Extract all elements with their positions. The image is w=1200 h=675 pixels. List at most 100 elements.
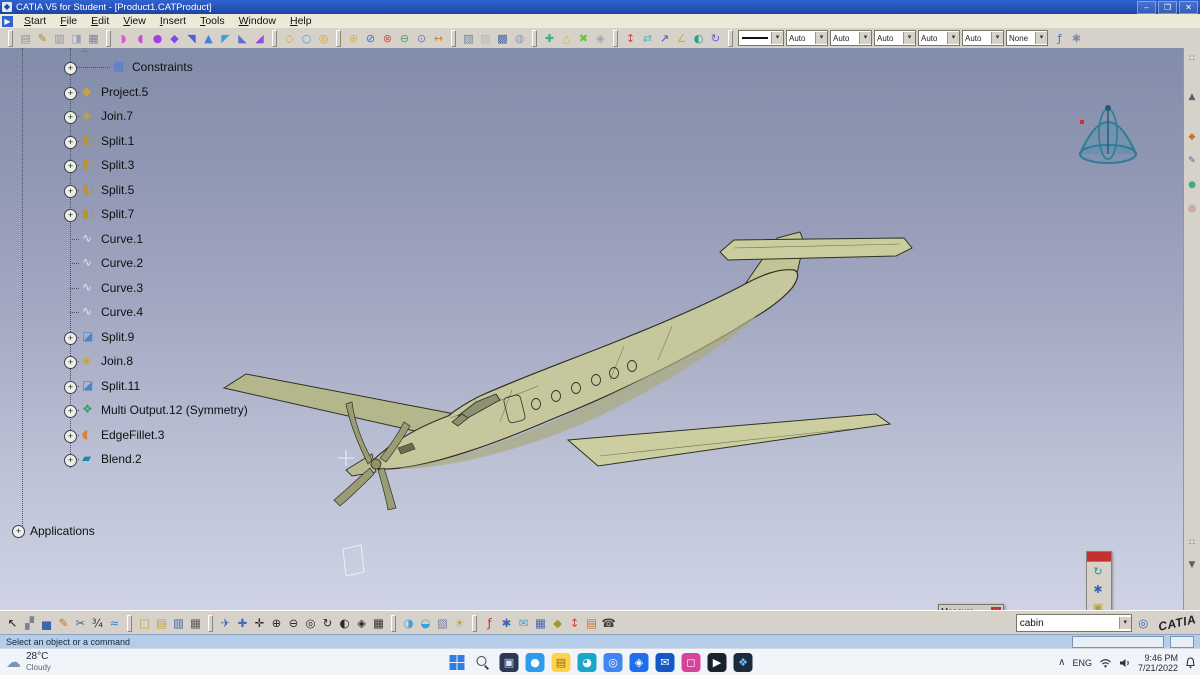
menu-insert[interactable]: Insert [153,14,193,28]
cut-icon[interactable]: ✂ [72,615,89,632]
toolbar-grip[interactable] [208,614,213,632]
dots-icon[interactable]: ∷ [1185,536,1199,550]
media-player-icon[interactable]: ▶ [707,653,727,672]
tree-expander-icon[interactable]: + [64,429,77,443]
tree-expander-icon[interactable]: + [64,86,77,100]
notification-bell-icon[interactable] [1185,656,1196,669]
tree-item[interactable]: + ◆ Project.5 [0,80,300,105]
tree-item[interactable]: + ◪ Split.11 [0,374,300,399]
fx-icon[interactable]: ƒ [481,615,498,632]
draft-analysis-icon[interactable]: ◍ [511,30,528,47]
multi-view-icon[interactable]: ▦ [370,615,387,632]
render-style-icon[interactable]: ▧ [434,615,451,632]
tree-expander-icon[interactable]: + [64,454,77,467]
tree-item[interactable]: ∿ Curve.1 [0,227,300,252]
menu-window[interactable]: Window [232,14,283,28]
connect-checker-icon[interactable]: ▩ [494,30,511,47]
outlook-icon[interactable]: ✉ [655,653,675,672]
catalog-icon[interactable]: ◆ [1185,130,1199,144]
spline-icon[interactable]: ≈ [106,615,123,632]
ratio-icon[interactable]: ¾ [89,615,106,632]
toolbar-grip[interactable] [728,29,733,47]
tree-expander-icon[interactable]: + [64,331,77,345]
layers-icon[interactable]: ▦ [85,30,102,47]
edge-icon[interactable]: ◕ [577,653,597,672]
toolbar-grip[interactable] [272,29,277,47]
close-icon[interactable]: × [991,606,1001,610]
line-type-combo[interactable]: ▾ [738,30,784,46]
options-icon[interactable]: ✱ [1068,30,1085,47]
tree-item[interactable]: + ▰ Blend.2 [0,447,300,472]
analysis-workbench-icon[interactable]: ◎ [1185,202,1199,216]
tree-item[interactable]: + ▦ Constraints [0,55,300,80]
wifi-icon[interactable] [1099,658,1112,668]
tray-chevron-icon[interactable]: ∧ [1058,657,1065,668]
extract-icon[interactable]: ◢ [251,30,268,47]
search-button[interactable] [474,653,493,672]
graph-icon[interactable]: ▅ [38,615,55,632]
offset-surface-icon[interactable]: ◆ [166,30,183,47]
power-input-icon[interactable]: ◎ [1135,615,1152,632]
toolbar-grip[interactable] [127,614,132,632]
pan-icon[interactable]: ✛ [251,615,268,632]
anchor-icon[interactable]: △ [558,30,575,47]
walk-icon[interactable]: ✚ [234,615,251,632]
measure-between-icon[interactable]: ↕ [622,30,639,47]
menu-edit[interactable]: Edit [84,14,116,28]
blend-surface-icon[interactable]: ◣ [234,30,251,47]
tree-expander-icon[interactable]: + [64,356,77,369]
dock-handle-icon[interactable]: ∷ [1185,52,1199,66]
toolbar-grip[interactable] [8,29,13,47]
split-icon[interactable]: ⊘ [362,30,379,47]
tree-expander-icon[interactable]: + [64,405,77,418]
catalog-browser-icon[interactable]: ▤ [583,615,600,632]
chat-icon[interactable]: ● [525,653,545,672]
tree-item[interactable]: + ◈ Join.7 [0,104,300,129]
maximize-button[interactable]: ❐ [1158,0,1177,14]
measure-icon[interactable]: ↕ [566,615,583,632]
rotate-icon[interactable]: ↻ [319,615,336,632]
angle-icon[interactable]: ∠ [673,30,690,47]
knowledge-icon[interactable]: ƒ [1051,30,1068,47]
tree-item-applications[interactable]: + Applications [12,524,95,540]
close-button[interactable]: ✕ [1179,0,1198,14]
axis-icon[interactable]: ✱ [1087,580,1109,598]
plane-icon[interactable]: ◎ [315,30,332,47]
sweep-surface-icon[interactable]: ◥ [183,30,200,47]
toolbar-combo[interactable]: Auto ▾ [786,30,828,46]
language-indicator[interactable]: ENG [1072,658,1092,668]
fillet-icon[interactable]: ⊙ [413,30,430,47]
translate-icon[interactable]: ↔ [430,30,447,47]
aircraft-model[interactable] [200,208,920,588]
tree-expander-icon[interactable]: + [64,135,77,149]
fly-icon[interactable]: ✈ [217,615,234,632]
scroll-up-icon[interactable]: ▲ [1185,90,1199,104]
fit-all-icon[interactable]: ◎ [302,615,319,632]
clock[interactable]: 9:46 PM 7/21/2022 [1138,653,1178,673]
tree-expander-icon[interactable]: + [12,525,25,538]
store-icon[interactable]: ◈ [629,653,649,672]
view-mode-icon[interactable]: ◨ [68,30,85,47]
shading-icon[interactable]: ▧ [460,30,477,47]
close-button[interactable] [1087,552,1111,562]
menu-tools[interactable]: Tools [193,14,232,28]
toolbar-grip[interactable] [106,29,111,47]
tree-expander-icon[interactable]: + [64,111,77,124]
swap-space-icon[interactable]: ◒ [417,615,434,632]
save-icon[interactable]: ▥ [170,615,187,632]
dress-up-icon[interactable]: ▨ [477,30,494,47]
update-icon[interactable]: ↻ [707,30,724,47]
toolbar-combo[interactable]: None ▾ [1006,30,1048,46]
sketch-workbench-icon[interactable]: ✎ [1185,154,1199,168]
paste-icon[interactable]: ▥ [51,30,68,47]
tree-item[interactable]: + ◧ Split.3 [0,153,300,178]
light-icon[interactable]: ☀ [451,615,468,632]
normal-view-icon[interactable]: ◐ [336,615,353,632]
sketch-tracer-icon[interactable]: ✎ [34,30,51,47]
tree-item[interactable]: + ◧ Split.1 [0,129,300,154]
grid-icon[interactable]: ▦ [532,615,549,632]
toolbar-grip[interactable] [613,29,618,47]
tree-item[interactable]: + ◧ Split.7 [0,202,300,227]
formula-icon[interactable]: ✱ [498,615,515,632]
paint-icon[interactable]: ✎ [55,615,72,632]
